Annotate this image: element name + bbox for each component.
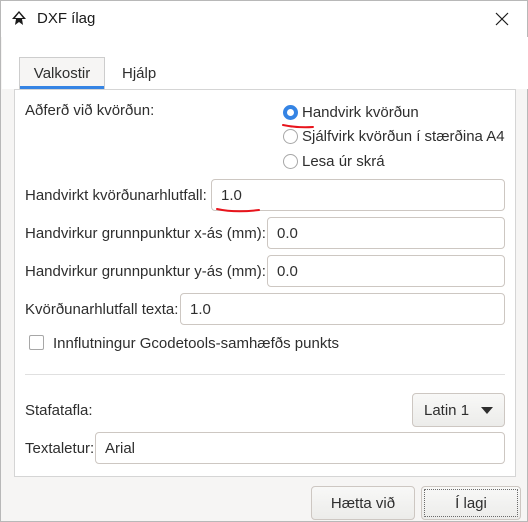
origin-x-input[interactable]: 0.0 <box>267 217 505 249</box>
input-value: 1.0 <box>221 186 242 204</box>
origin-y-label: Handvirkur grunnpunktur y-ás (mm): <box>25 263 266 280</box>
origin-x-label: Handvirkur grunnpunktur x-ás (mm): <box>25 225 266 242</box>
radio-button[interactable] <box>283 154 298 169</box>
separator <box>25 374 505 375</box>
manual-scale-label: Handvirkt kvörðunarhlutfall: <box>25 187 207 204</box>
input-value: 0.0 <box>277 262 298 280</box>
scaling-method-label: Aðferð við kvörðun: <box>25 102 155 119</box>
chevron-down-icon <box>481 407 493 414</box>
charset-dropdown[interactable]: Latin 1 <box>412 393 505 427</box>
ok-button[interactable]: Í lagi <box>421 486 521 520</box>
close-button[interactable] <box>487 5 517 33</box>
input-value: 1.0 <box>190 300 211 318</box>
radio-label: Lesa úr skrá <box>302 153 385 170</box>
tab-hjalp[interactable]: Hjálp <box>110 57 168 89</box>
font-label: Textaletur: <box>25 440 95 457</box>
input-value: Arial <box>105 439 136 457</box>
tab-bar: Valkostir Hjálp <box>2 37 528 89</box>
window-title: DXF ílag <box>37 10 96 27</box>
text-scale-input[interactable]: 1.0 <box>180 293 505 325</box>
radio-label: Handvirk kvörðun <box>302 104 419 121</box>
dropdown-value: Latin 1 <box>424 401 470 419</box>
button-label: Hætta við <box>330 494 396 512</box>
title-bar: DXF ílag <box>1 1 527 37</box>
radio-manual-scaling[interactable]: Handvirk kvörðun <box>283 104 419 121</box>
input-value: 0.0 <box>277 224 298 242</box>
tab-label: Valkostir <box>33 65 91 82</box>
radio-button[interactable] <box>283 105 298 120</box>
font-input[interactable]: Arial <box>95 432 505 464</box>
cancel-button[interactable]: Hætta við <box>311 486 415 520</box>
dxf-import-dialog: DXF ílag Valkostir Hjálp Aðferð við kvör… <box>0 0 528 522</box>
tab-label: Hjálp <box>122 64 157 82</box>
radio-read-from-file[interactable]: Lesa úr skrá <box>283 153 385 170</box>
origin-y-input[interactable]: 0.0 <box>267 255 505 287</box>
button-label: Í lagi <box>455 494 487 512</box>
close-icon <box>495 12 509 26</box>
tab-valkostir[interactable]: Valkostir <box>19 57 105 89</box>
radio-auto-a4-scaling[interactable]: Sjálfvirk kvörðun í stærðina A4 <box>283 128 505 145</box>
red-annotation-stroke <box>216 208 260 213</box>
radio-label: Sjálfvirk kvörðun í stærðina A4 <box>302 128 505 145</box>
inkscape-icon <box>12 11 26 25</box>
text-scale-label: Kvörðunarhlutfall texta: <box>25 301 179 318</box>
gcodetools-label: Innflutningur Gcodetools-samhæfðs punkts <box>53 335 339 352</box>
charset-label: Stafatafla: <box>25 402 93 419</box>
gcodetools-checkbox[interactable] <box>29 335 44 350</box>
radio-button[interactable] <box>283 129 298 144</box>
